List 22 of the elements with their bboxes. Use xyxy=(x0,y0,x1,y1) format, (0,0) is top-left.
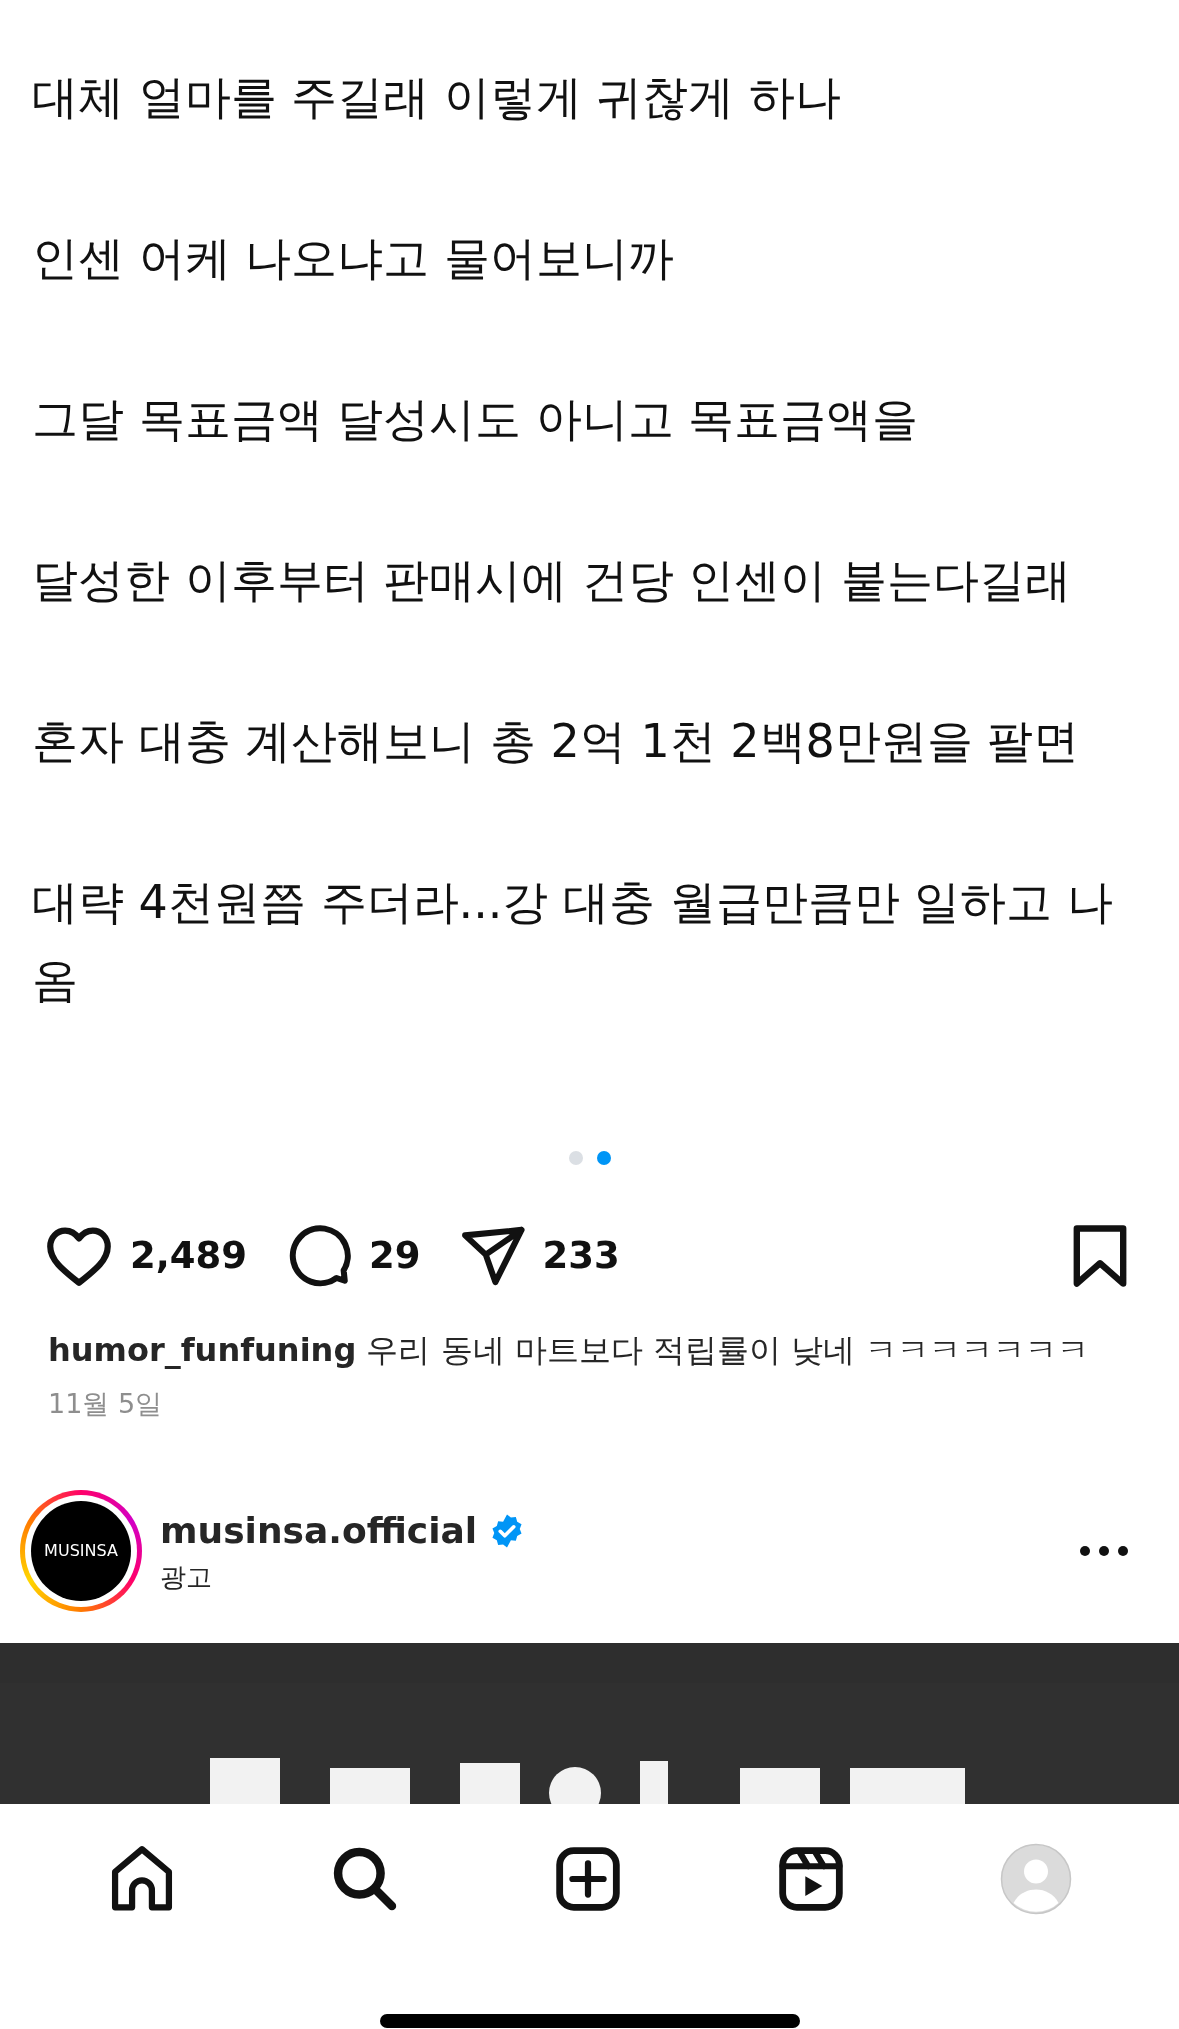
bookmark-icon[interactable] xyxy=(1071,1224,1129,1288)
plus-square-icon[interactable] xyxy=(553,1844,622,1913)
heart-icon[interactable] xyxy=(44,1225,114,1287)
post-text-line: 그달 목표금액 달성시도 아니고 목표금액을 xyxy=(32,391,919,448)
account-name[interactable]: musinsa.official xyxy=(160,1504,478,1558)
post-text-line: 달성한 이후부터 판매시에 건당 인센이 붙는다길래 xyxy=(32,552,1072,609)
action-count: 233 xyxy=(542,1233,620,1280)
more-options-icon[interactable] xyxy=(1079,1544,1129,1557)
post-text-line: 대체 얼마를 주길래 이렇게 귀찮게 하나 xyxy=(32,69,842,126)
brand-avatar: MUSINSA xyxy=(31,1500,131,1601)
send-icon[interactable] xyxy=(460,1225,527,1287)
post-date: 11월 5일 xyxy=(47,1387,164,1421)
comment-icon[interactable] xyxy=(287,1223,354,1289)
action-count: 29 xyxy=(369,1233,421,1280)
post-text-line: 혼자 대충 계산해보니 총 2억 1천 2백8만원을 팔면 xyxy=(32,713,1080,770)
reels-icon[interactable] xyxy=(776,1844,845,1913)
post-text-line: 인센 어케 나오냐고 물어보니까 xyxy=(32,230,674,287)
post-text-line: 대략 4천원쯤 주더라...강 대충 월급만큼만 일하고 나옴 xyxy=(32,874,1114,1009)
post-caption: humor_funfuning 우리 동네 마트보다 적립률이 낮네 ㅋㅋㅋㅋㅋㅋㅋ xyxy=(47,1330,1091,1371)
action-count: 2,489 xyxy=(130,1233,248,1280)
avatar-story-ring[interactable]: MUSINSA xyxy=(20,1489,142,1612)
sponsored-label: 광고 xyxy=(160,1561,212,1594)
